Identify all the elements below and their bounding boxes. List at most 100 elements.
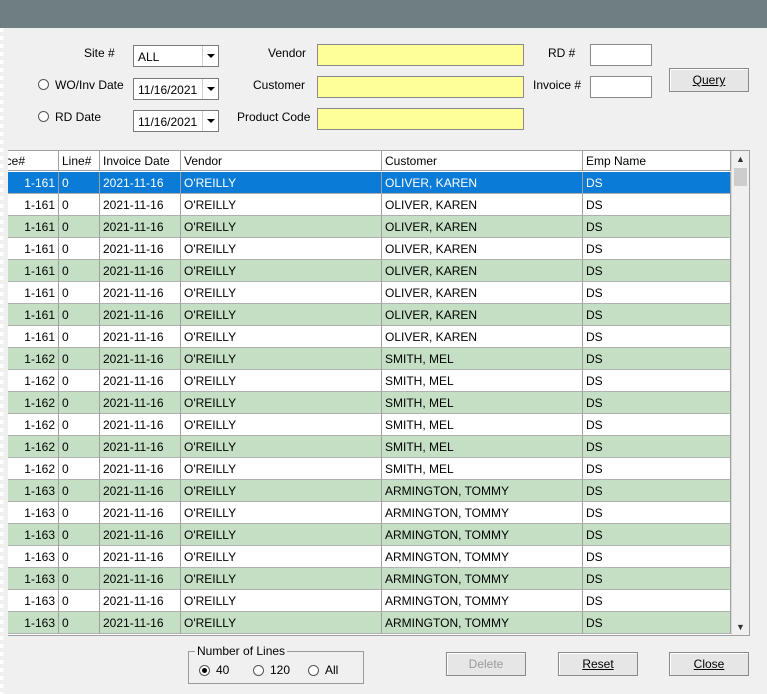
lines-all-radio[interactable] (308, 665, 319, 676)
table-cell: 0 (59, 304, 100, 326)
table-row[interactable]: 1-162 0 2021-11-16 O'REILLY SMITH, MEL DS (5, 436, 731, 458)
table-cell: 2021-11-16 (100, 304, 181, 326)
table-cell: O'REILLY (181, 260, 382, 282)
table-cell: 0 (59, 194, 100, 216)
lines-40-radio[interactable] (199, 665, 210, 676)
table-row[interactable]: 1-161 0 2021-11-16 O'REILLY OLIVER, KAREN DS (5, 194, 731, 216)
table-row[interactable]: 1-162 0 2021-11-16 O'REILLY SMITH, MEL DS (5, 414, 731, 436)
table-row[interactable]: 1-163 0 2021-11-16 O'REILLY ARMINGTON, TOMMY… (5, 568, 731, 590)
table-row[interactable]: 1-161 0 2021-11-16 O'REILLY OLIVER, KAREN DS (5, 282, 731, 304)
table-cell: 1-162 (5, 392, 59, 414)
site-combo[interactable]: ALL (133, 45, 219, 67)
chevron-down-icon[interactable] (202, 79, 218, 99)
query-button[interactable]: Query (669, 68, 749, 92)
table-cell: 0 (59, 590, 100, 612)
table-row[interactable]: 1-163 0 2021-11-16 O'REILLY ARMINGTON, TOMMY… (5, 612, 731, 634)
table-cell: O'REILLY (181, 458, 382, 480)
table-cell: DS (583, 612, 731, 634)
results-grid[interactable]: ice# Line# Invoice Date Vendor Customer Emp N… (4, 150, 750, 636)
table-row[interactable]: 1-163 0 2021-11-16 O'REILLY ARMINGTON, TOMMY… (5, 524, 731, 546)
rd-date-picker[interactable]: 11/16/2021 (133, 110, 219, 132)
table-cell: DS (583, 238, 731, 260)
table-row[interactable]: 1-163 0 2021-11-16 O'REILLY ARMINGTON, TOMMY… (5, 590, 731, 612)
table-cell: O'REILLY (181, 348, 382, 370)
table-row[interactable]: 1-161 0 2021-11-16 O'REILLY OLIVER, KAREN DS (5, 260, 731, 282)
column-header[interactable]: Emp Name (583, 151, 731, 171)
table-cell: OLIVER, KAREN (382, 194, 583, 216)
table-cell: DS (583, 568, 731, 590)
table-cell: 1-163 (5, 502, 59, 524)
table-cell: O'REILLY (181, 216, 382, 238)
delete-button[interactable]: Delete (446, 652, 526, 676)
table-cell: 0 (59, 282, 100, 304)
table-cell: O'REILLY (181, 282, 382, 304)
table-cell: 1-163 (5, 612, 59, 634)
scroll-down-icon[interactable]: ▼ (732, 619, 749, 635)
table-cell: 0 (59, 370, 100, 392)
wo-inv-date-label: WO/Inv Date (55, 78, 124, 92)
table-row[interactable]: 1-163 0 2021-11-16 O'REILLY ARMINGTON, TOMMY… (5, 502, 731, 524)
table-cell: 2021-11-16 (100, 216, 181, 238)
table-row[interactable]: 1-163 0 2021-11-16 O'REILLY ARMINGTON, TOMMY… (5, 546, 731, 568)
table-cell: 1-163 (5, 524, 59, 546)
scroll-thumb[interactable] (734, 168, 747, 186)
table-cell: SMITH, MEL (382, 436, 583, 458)
table-cell: OLIVER, KAREN (382, 238, 583, 260)
scroll-up-icon[interactable]: ▲ (732, 151, 749, 167)
customer-input[interactable] (317, 76, 524, 98)
table-cell: 0 (59, 480, 100, 502)
column-header[interactable]: ice# (5, 151, 59, 171)
table-cell: 1-161 (5, 282, 59, 304)
chevron-down-icon[interactable] (202, 46, 218, 66)
column-header[interactable]: Line# (59, 151, 100, 171)
table-cell: ARMINGTON, TOMMY (382, 524, 583, 546)
table-cell: 1-162 (5, 370, 59, 392)
product-code-input[interactable] (317, 108, 524, 130)
table-row[interactable]: 1-162 0 2021-11-16 O'REILLY SMITH, MEL DS (5, 392, 731, 414)
table-row[interactable]: 1-162 0 2021-11-16 O'REILLY SMITH, MEL DS (5, 370, 731, 392)
lines-40-label: 40 (216, 663, 230, 677)
table-cell: 2021-11-16 (100, 348, 181, 370)
table-cell: 1-163 (5, 480, 59, 502)
table-row[interactable]: 1-161 0 2021-11-16 O'REILLY OLIVER, KAREN DS (5, 326, 731, 348)
table-cell: O'REILLY (181, 568, 382, 590)
table-cell: O'REILLY (181, 524, 382, 546)
table-row[interactable]: 1-163 0 2021-11-16 O'REILLY ARMINGTON, TOMMY… (5, 480, 731, 502)
table-row[interactable]: 1-161 0 2021-11-16 O'REILLY OLIVER, KAREN DS (5, 304, 731, 326)
invoice-number-input[interactable] (590, 76, 652, 98)
vendor-input[interactable] (317, 44, 524, 66)
table-cell: O'REILLY (181, 612, 382, 634)
table-cell: 0 (59, 568, 100, 590)
chevron-down-icon[interactable] (202, 111, 218, 131)
table-cell: O'REILLY (181, 194, 382, 216)
rd-date-radio[interactable] (38, 111, 49, 122)
rd-number-input[interactable] (590, 44, 652, 66)
table-cell: 1-161 (5, 194, 59, 216)
table-row[interactable]: 1-161 0 2021-11-16 O'REILLY OLIVER, KAREN DS (5, 238, 731, 260)
lines-all-label: All (325, 663, 339, 677)
table-row[interactable]: 1-162 0 2021-11-16 O'REILLY SMITH, MEL DS (5, 458, 731, 480)
table-cell: DS (583, 260, 731, 282)
table-row[interactable]: 1-162 0 2021-11-16 O'REILLY SMITH, MEL DS (5, 348, 731, 370)
torn-edge-decoration (0, 28, 8, 694)
table-cell: O'REILLY (181, 304, 382, 326)
column-header[interactable]: Invoice Date (100, 151, 181, 171)
table-row[interactable]: 1-161 0 2021-11-16 O'REILLY OLIVER, KAREN DS (5, 216, 731, 238)
table-cell: 2021-11-16 (100, 590, 181, 612)
table-cell: 0 (59, 546, 100, 568)
table-cell: 0 (59, 524, 100, 546)
table-cell: OLIVER, KAREN (382, 282, 583, 304)
table-cell: 1-162 (5, 414, 59, 436)
column-header[interactable]: Vendor (181, 151, 382, 171)
table-row[interactable]: 1-161 0 2021-11-16 O'REILLY OLIVER, KAREN DS (5, 172, 731, 194)
close-button[interactable]: Close (669, 652, 749, 676)
table-cell: O'REILLY (181, 370, 382, 392)
column-header[interactable]: Customer (382, 151, 583, 171)
reset-button[interactable]: Reset (558, 652, 638, 676)
lines-120-radio[interactable] (253, 665, 264, 676)
wo-inv-date-value: 11/16/2021 (138, 83, 198, 97)
wo-inv-date-radio[interactable] (38, 79, 49, 90)
wo-inv-date-picker[interactable]: 11/16/2021 (133, 78, 219, 100)
vertical-scrollbar[interactable]: ▲ ▼ (731, 151, 749, 635)
table-cell: DS (583, 282, 731, 304)
